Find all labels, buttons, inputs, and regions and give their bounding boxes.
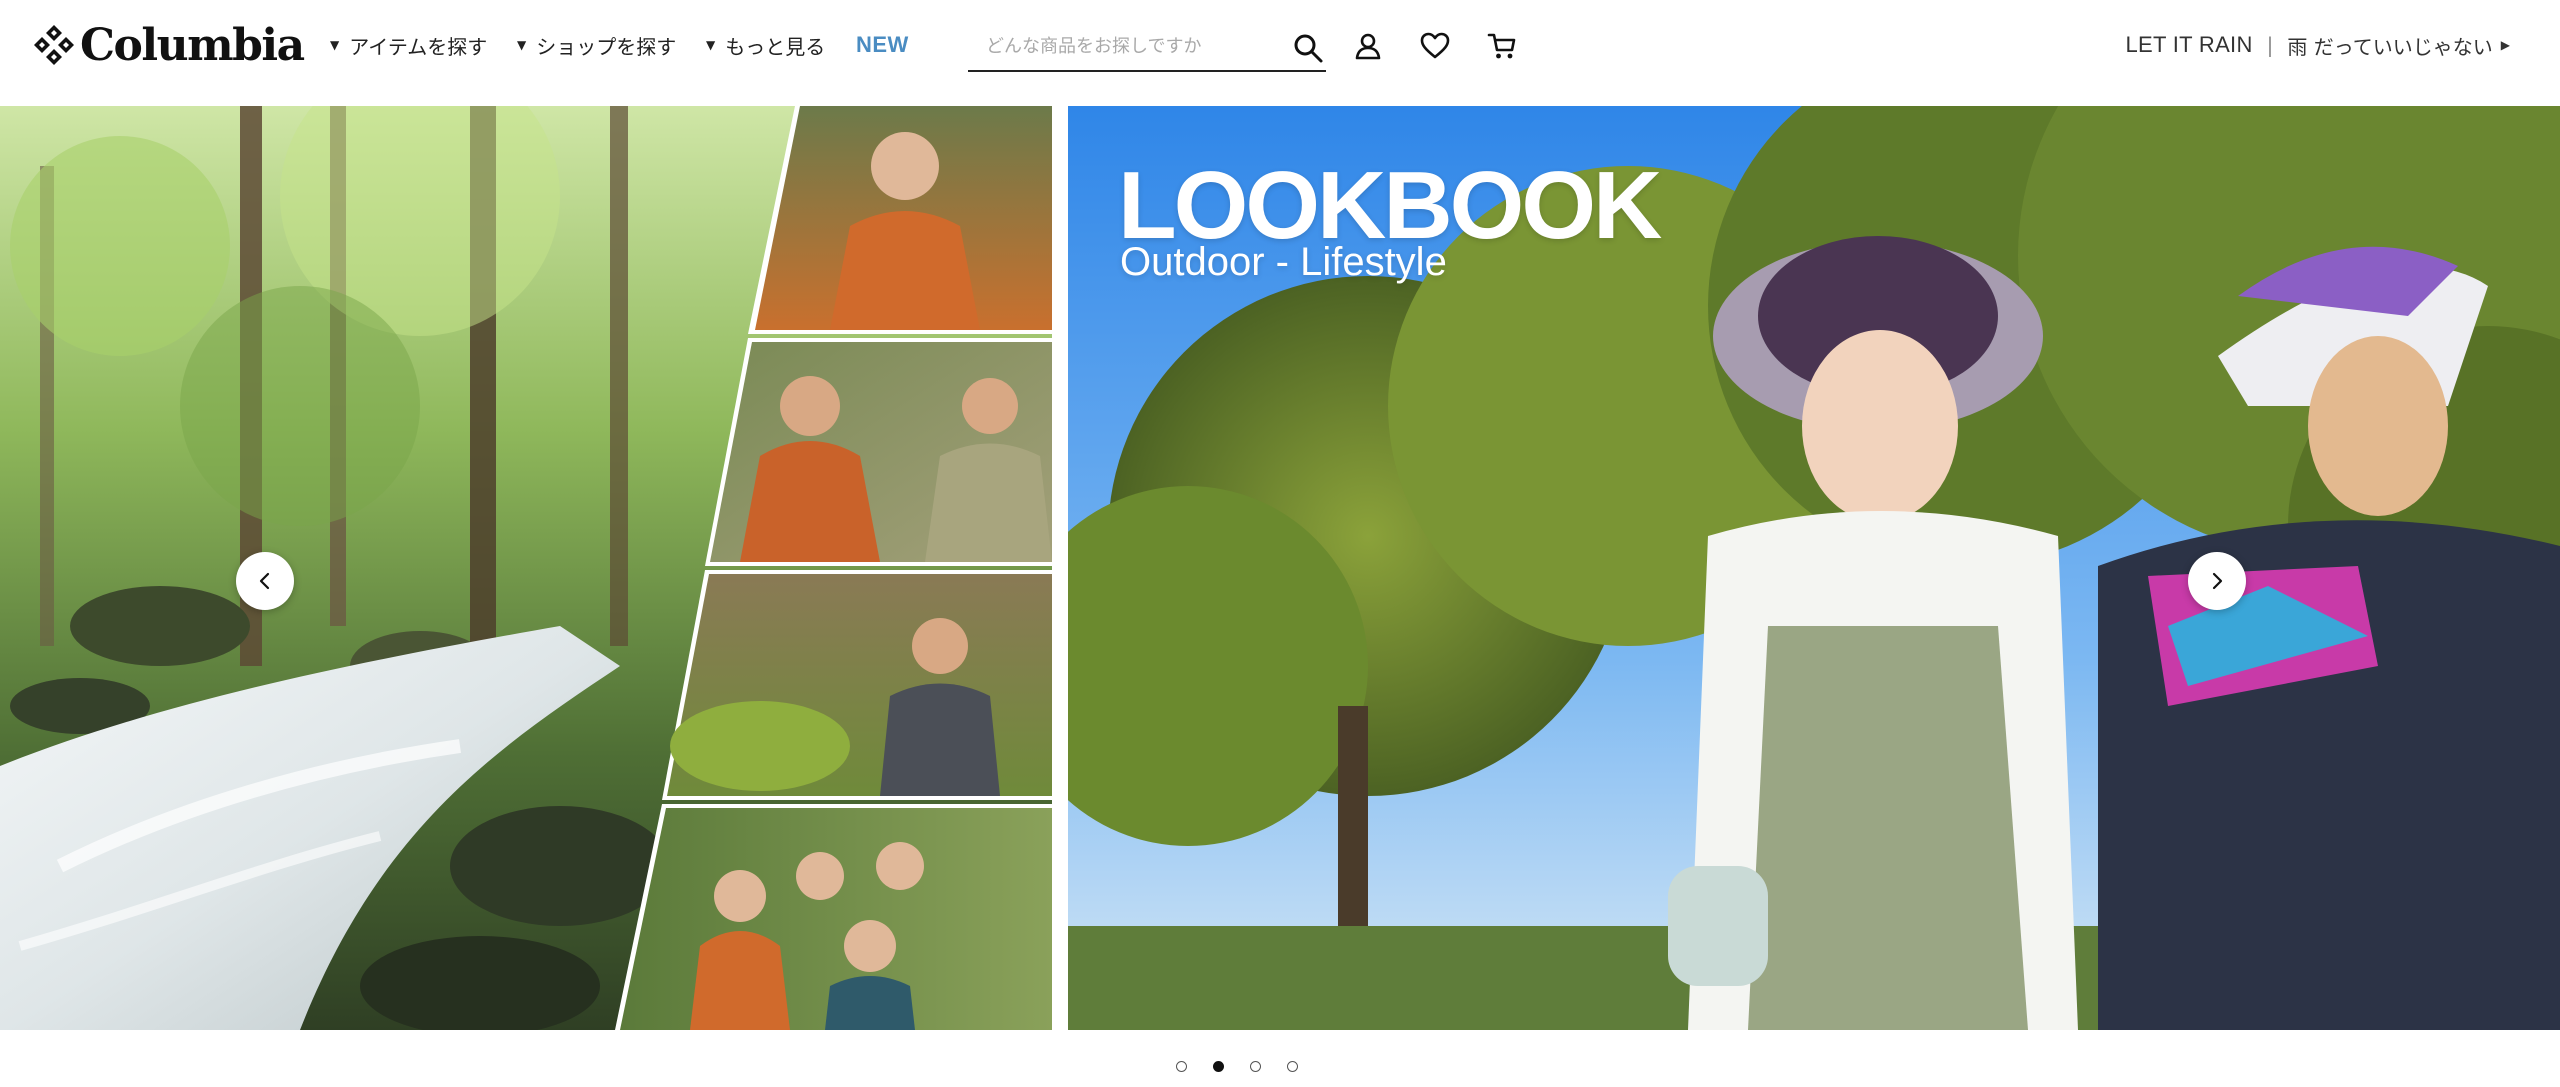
columbia-logo[interactable]: Columbia — [32, 19, 305, 71]
caret-right-icon: ▶ — [2500, 38, 2510, 52]
caret-down-icon: ▼ — [330, 38, 340, 52]
carousel-dot-3[interactable] — [1250, 1060, 1261, 1072]
columbia-diamond-icon — [34, 25, 74, 65]
caret-down-icon: ▼ — [706, 38, 716, 52]
carousel-pagination — [1176, 1056, 1324, 1076]
search-bar — [968, 22, 1326, 72]
carousel-prev-button[interactable] — [236, 552, 294, 610]
promo-title: LET IT RAIN — [2125, 32, 2253, 57]
nav-item-label: アイテムを探す — [349, 34, 488, 59]
chevron-left-icon — [259, 572, 270, 590]
heart-icon[interactable] — [1419, 30, 1451, 62]
nav-item-find-shops[interactable]: ▼ ショップを探す — [517, 30, 676, 60]
search-input[interactable] — [984, 30, 1278, 62]
logo-text: Columbia — [80, 19, 305, 71]
nav-item-new[interactable]: NEW — [856, 30, 909, 60]
promo-separator: | — [2266, 33, 2274, 57]
account-icon[interactable] — [1352, 30, 1384, 62]
carousel-dot-4[interactable] — [1287, 1060, 1298, 1072]
hero-carousel: LOOKBOOK Outdoor - Lifestyle — [0, 106, 2560, 1030]
nav-item-label: ショップを探す — [536, 34, 677, 59]
nav-item-label: もっと見る — [725, 34, 826, 59]
chevron-right-icon — [2212, 572, 2223, 590]
caret-down-icon: ▼ — [517, 38, 527, 52]
nav-item-see-more[interactable]: ▼ もっと見る — [706, 30, 825, 60]
cart-icon[interactable] — [1486, 30, 1518, 62]
lookbook-image: LOOKBOOK Outdoor - Lifestyle — [1068, 106, 2560, 1030]
lookbook-subtitle: Outdoor - Lifestyle — [1120, 240, 1447, 284]
carousel-dot-1[interactable] — [1176, 1060, 1187, 1072]
promo-text: 雨 だっていいじゃない — [2287, 34, 2493, 59]
carousel-next-button[interactable] — [2188, 552, 2246, 610]
nav-item-find-items[interactable]: ▼ アイテムを探す — [330, 30, 487, 60]
promo-link[interactable]: LET IT RAIN | 雨 だっていいじゃない ▶ — [2125, 30, 2510, 60]
carousel-dot-2[interactable] — [1213, 1060, 1224, 1072]
search-icon[interactable] — [1292, 32, 1324, 64]
waterfall-collage-image — [0, 106, 1052, 1030]
site-header: Columbia ▼ アイテムを探す ▼ ショップを探す ▼ もっと見る NEW — [0, 0, 2560, 106]
